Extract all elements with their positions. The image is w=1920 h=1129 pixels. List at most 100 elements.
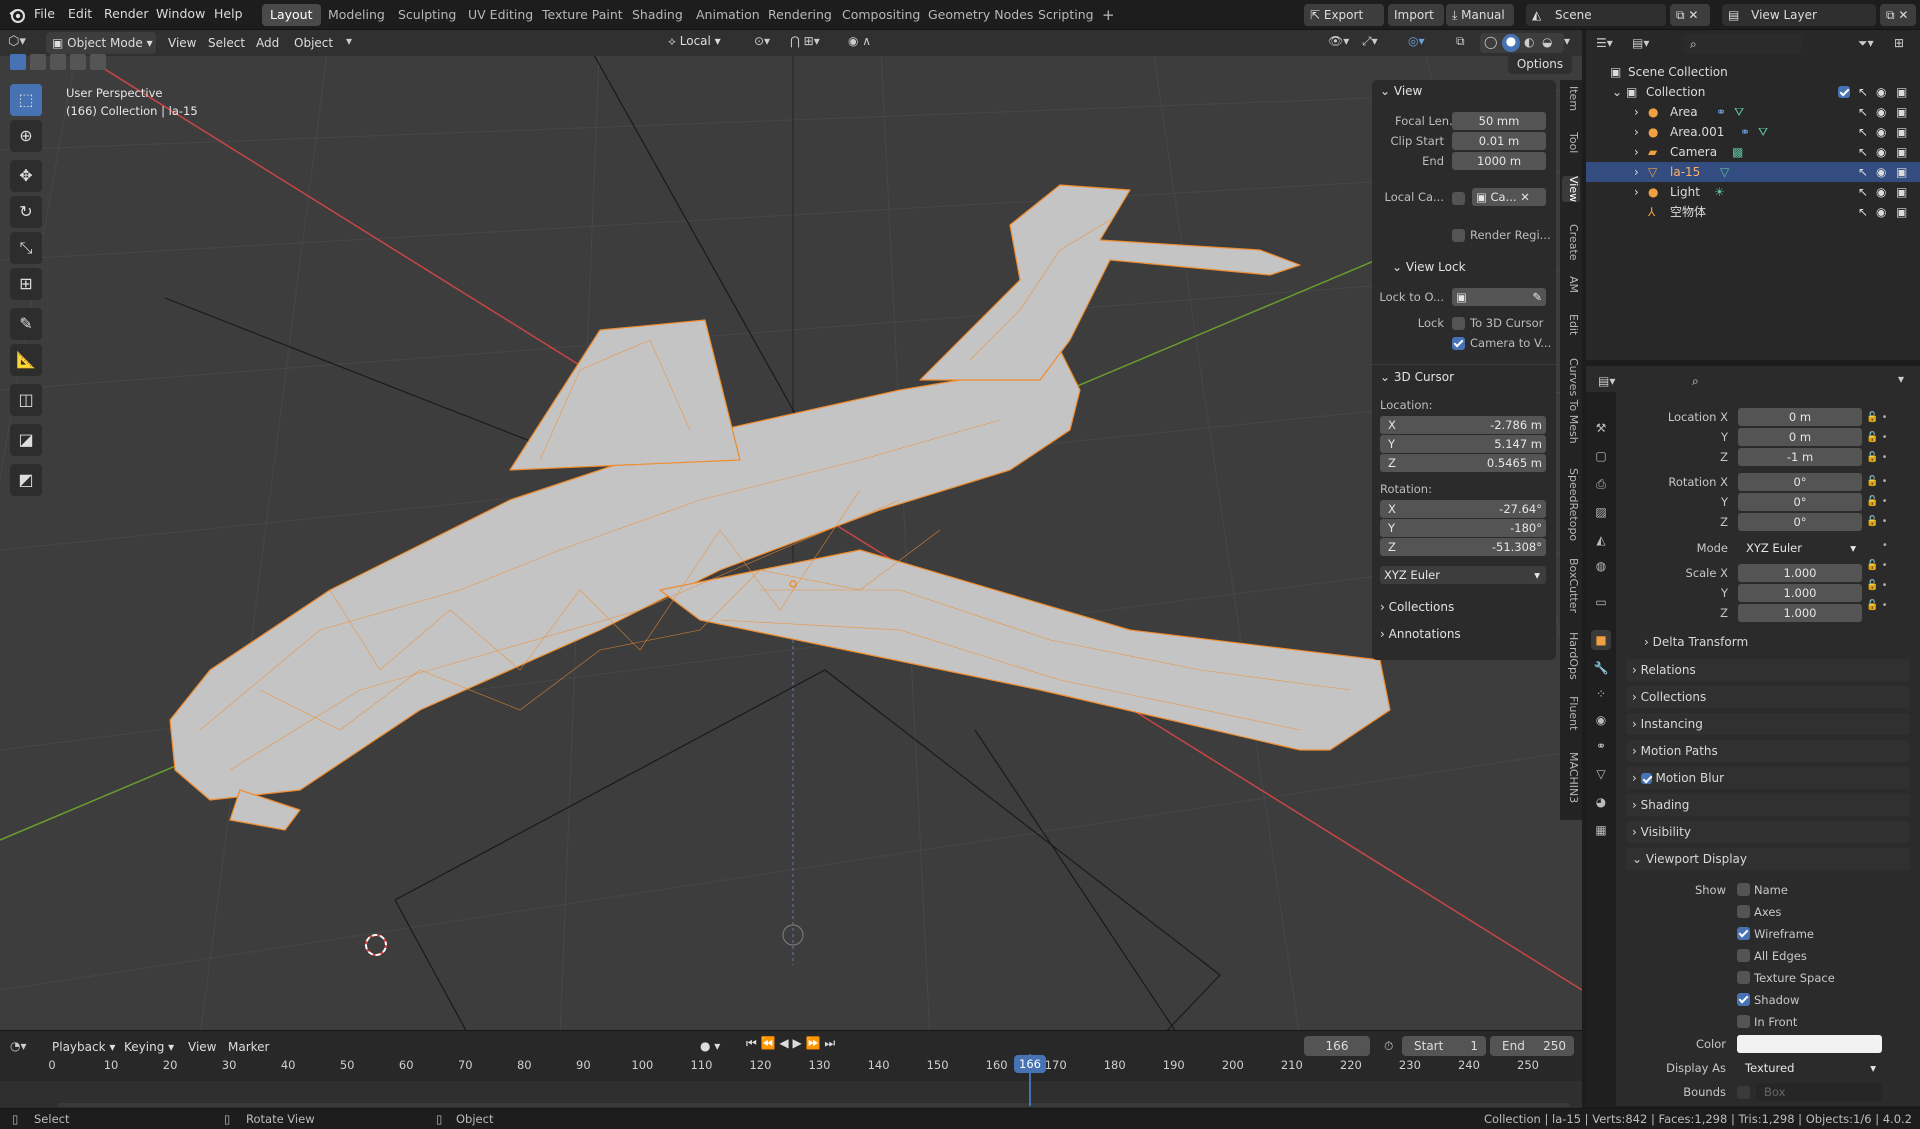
- current-frame-field[interactable]: 166: [1304, 1036, 1370, 1056]
- mode-selector[interactable]: ▣ Object Mode ▾: [46, 32, 156, 54]
- outliner-collection[interactable]: ⌄ ▣ Collection ↖ ◉ ▣: [1586, 82, 1920, 102]
- camera-render-icon[interactable]: ▣: [1896, 82, 1907, 102]
- scene-selector[interactable]: ◭ Scene: [1526, 4, 1666, 26]
- select-icon[interactable]: ↖: [1858, 82, 1868, 102]
- delta-transform-header[interactable]: › Delta Transform: [1644, 635, 1748, 649]
- jump-end-icon[interactable]: ⏭: [824, 1036, 835, 1050]
- cursor-rotation-z[interactable]: Z -51.308°: [1380, 538, 1546, 556]
- boxcutter-tool-icon[interactable]: ◪: [10, 424, 42, 456]
- eye-icon[interactable]: ◉: [1876, 102, 1886, 122]
- shading-options-dropdown[interactable]: ▾: [1564, 34, 1578, 52]
- expand-arrow-icon[interactable]: ›: [1634, 142, 1639, 162]
- outliner-item[interactable]: ⅄ 空物体 ↖ ◉ ▣: [1586, 202, 1920, 222]
- modifier-props-icon[interactable]: 🔧: [1591, 658, 1611, 678]
- tab-hardops[interactable]: HardOps: [1562, 632, 1580, 680]
- collections-panel[interactable]: › Collections: [1626, 686, 1910, 708]
- show-in-front-checkbox[interactable]: [1737, 1015, 1750, 1028]
- tab-compositing[interactable]: Compositing: [834, 4, 928, 26]
- rotation-y-field[interactable]: 0°: [1738, 493, 1862, 511]
- tool-props-icon[interactable]: ⚒: [1591, 418, 1611, 438]
- camera-render-icon[interactable]: ▣: [1896, 122, 1907, 142]
- outliner-item[interactable]: › ● Light ☀ ↖ ◉ ▣: [1586, 182, 1920, 202]
- outliner-item[interactable]: › ● Area.001 ⚭ ⛛ ↖ ◉ ▣: [1586, 122, 1920, 142]
- menu-marker[interactable]: Marker: [228, 1040, 269, 1054]
- collections-header[interactable]: › Collections: [1380, 600, 1454, 614]
- prev-keyframe-icon[interactable]: ⏪: [761, 1036, 776, 1050]
- expand-arrow-icon[interactable]: ›: [1634, 182, 1639, 202]
- constraints-props-icon[interactable]: ⚭: [1591, 736, 1611, 756]
- tab-uv-editing[interactable]: UV Editing: [460, 4, 541, 26]
- eye-icon[interactable]: ◉: [1876, 162, 1886, 182]
- focal-length-field[interactable]: 50 mm: [1452, 112, 1546, 130]
- render-props-icon[interactable]: ▢: [1591, 446, 1611, 466]
- camera-to-view-checkbox[interactable]: [1452, 337, 1465, 350]
- local-camera-checkbox[interactable]: [1452, 192, 1465, 205]
- play-icon[interactable]: ▶: [792, 1036, 801, 1050]
- eye-icon[interactable]: ◉: [1876, 202, 1886, 222]
- select-icon[interactable]: ↖: [1858, 162, 1868, 182]
- menu-add[interactable]: Add: [256, 36, 279, 50]
- bounds-checkbox[interactable]: [1737, 1086, 1750, 1099]
- location-z-field[interactable]: -1 m: [1738, 448, 1862, 466]
- show-wireframe-checkbox[interactable]: [1737, 927, 1750, 940]
- menu-select[interactable]: Select: [208, 36, 245, 50]
- lock-icon[interactable]: 🔓 •: [1866, 472, 1906, 492]
- clip-start-field[interactable]: 0.01 m: [1452, 132, 1546, 150]
- lock-icon[interactable]: 🔓 •: [1866, 492, 1906, 512]
- record-keyframe-icon[interactable]: ● ▾: [700, 1039, 720, 1053]
- properties-search-input[interactable]: ⌕: [1686, 372, 1796, 390]
- scale-z-field[interactable]: 1.000: [1738, 604, 1862, 622]
- eye-icon[interactable]: ◉: [1876, 182, 1886, 202]
- jump-start-icon[interactable]: ⏮: [746, 1036, 757, 1050]
- select-icon[interactable]: ↖: [1858, 142, 1868, 162]
- view-panel-header[interactable]: ⌄ View: [1380, 84, 1422, 98]
- visibility-icon[interactable]: 👁▾: [1328, 34, 1358, 52]
- menu-keying[interactable]: Keying ▾: [124, 1040, 174, 1054]
- cursor-location-y[interactable]: Y 5.147 m: [1380, 435, 1546, 453]
- show-name-checkbox[interactable]: [1737, 883, 1750, 896]
- display-as-select[interactable]: Textured ▾: [1737, 1059, 1882, 1077]
- menu-window[interactable]: Window: [156, 6, 205, 21]
- playhead-frame-badge[interactable]: 166: [1014, 1055, 1046, 1073]
- lock-icon[interactable]: 🔓 •: [1866, 448, 1906, 468]
- cursor-rotation-x[interactable]: X -27.64°: [1380, 500, 1546, 518]
- camera-render-icon[interactable]: ▣: [1896, 102, 1907, 122]
- data-props-icon[interactable]: ▽: [1591, 764, 1611, 784]
- add-workspace-button[interactable]: +: [1094, 4, 1123, 26]
- texture-props-icon[interactable]: ▦: [1591, 820, 1611, 840]
- view-lock-header[interactable]: ⌄ View Lock: [1392, 260, 1466, 274]
- 3d-cursor-header[interactable]: ⌄ 3D Cursor: [1380, 370, 1454, 384]
- menu-edit[interactable]: Edit: [68, 6, 92, 21]
- eye-icon[interactable]: ◉: [1876, 122, 1886, 142]
- editor-type-button[interactable]: ⬡▾: [8, 34, 42, 52]
- cursor-location-x[interactable]: X -2.786 m: [1380, 416, 1546, 434]
- wireframe-shading-icon[interactable]: ◯: [1484, 35, 1497, 49]
- annotate-tool-icon[interactable]: ✎: [10, 308, 42, 340]
- manual-button[interactable]: ⤓ Manual: [1446, 4, 1514, 26]
- show-texture-space-checkbox[interactable]: [1737, 971, 1750, 984]
- transform-orientation-selector[interactable]: ⟡ Local ▾: [668, 34, 748, 52]
- tab-fluent[interactable]: Fluent: [1562, 696, 1580, 730]
- new-collection-icon[interactable]: ⊞: [1894, 36, 1904, 50]
- outliner-scene-collection[interactable]: ▣ Scene Collection: [1586, 62, 1920, 82]
- menu-timeline-view[interactable]: View: [188, 1040, 216, 1054]
- select-icon[interactable]: ↖: [1858, 102, 1868, 122]
- next-keyframe-icon[interactable]: ⏩: [806, 1036, 821, 1050]
- eyedropper-icon[interactable]: ✎: [1532, 288, 1542, 306]
- tab-texture-paint[interactable]: Texture Paint: [534, 4, 631, 26]
- local-camera-field[interactable]: ▣ Ca... ✕: [1472, 188, 1546, 206]
- scene-props-icon[interactable]: ◭: [1591, 530, 1611, 550]
- select-intersect-icon[interactable]: [90, 54, 106, 70]
- outliner-editor-icon[interactable]: ☰▾: [1596, 36, 1613, 50]
- menu-file[interactable]: File: [34, 6, 55, 21]
- properties-options-icon[interactable]: ▾: [1898, 372, 1904, 386]
- select-extend-icon[interactable]: [30, 54, 46, 70]
- rendered-shading-icon[interactable]: ◒: [1542, 35, 1552, 49]
- show-all-edges-checkbox[interactable]: [1737, 949, 1750, 962]
- menu-view[interactable]: View: [168, 36, 196, 50]
- cursor-tool-icon[interactable]: ⊕: [10, 120, 42, 152]
- instancing-panel[interactable]: › Instancing: [1626, 713, 1910, 735]
- menu-playback[interactable]: Playback ▾: [52, 1040, 115, 1054]
- location-y-field[interactable]: 0 m: [1738, 428, 1862, 446]
- camera-render-icon[interactable]: ▣: [1896, 142, 1907, 162]
